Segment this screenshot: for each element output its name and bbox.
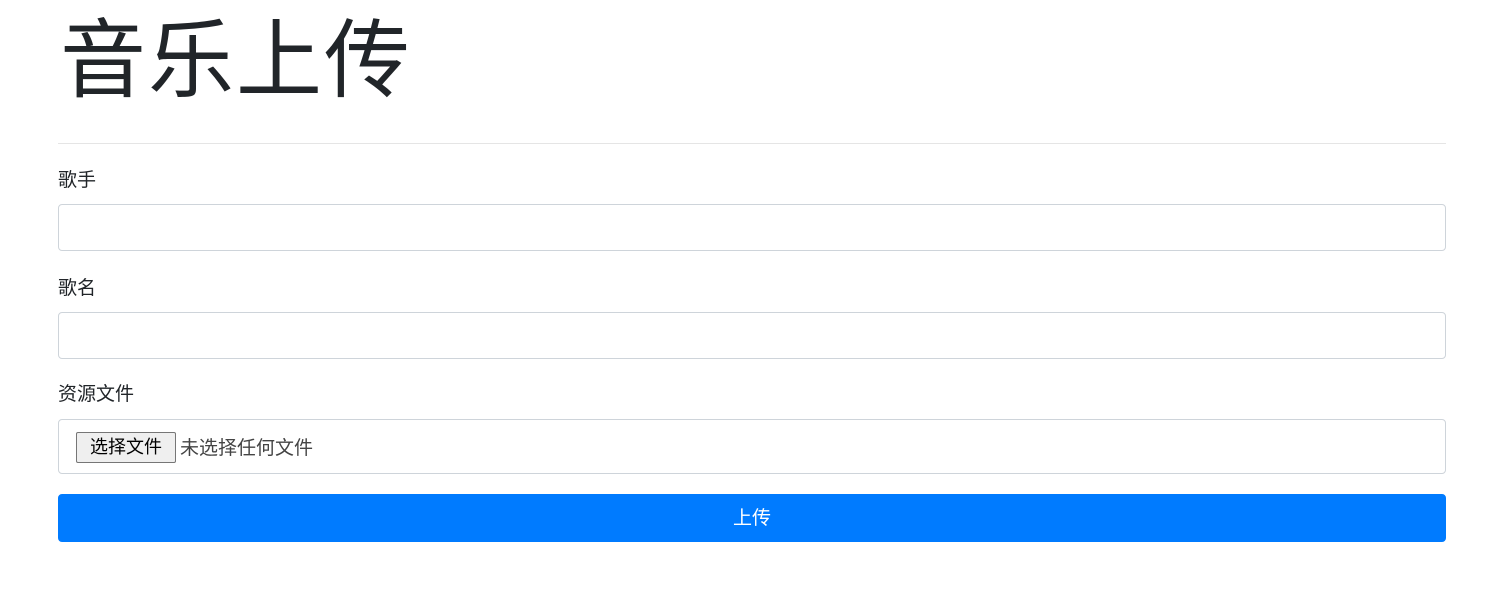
song-name-input[interactable] xyxy=(58,312,1446,359)
song-name-label: 歌名 xyxy=(58,277,97,299)
singer-input[interactable] xyxy=(58,204,1446,251)
upload-button[interactable]: 上传 xyxy=(58,494,1446,542)
singer-label: 歌手 xyxy=(58,169,97,191)
choose-file-button[interactable]: 选择文件 xyxy=(76,432,176,463)
page-title: 音乐上传 xyxy=(60,11,412,111)
resource-file-label: 资源文件 xyxy=(58,383,135,405)
file-status-text: 未选择任何文件 xyxy=(180,437,314,459)
title-divider xyxy=(58,143,1446,144)
resource-file-input[interactable]: 选择文件 未选择任何文件 xyxy=(58,419,1446,474)
